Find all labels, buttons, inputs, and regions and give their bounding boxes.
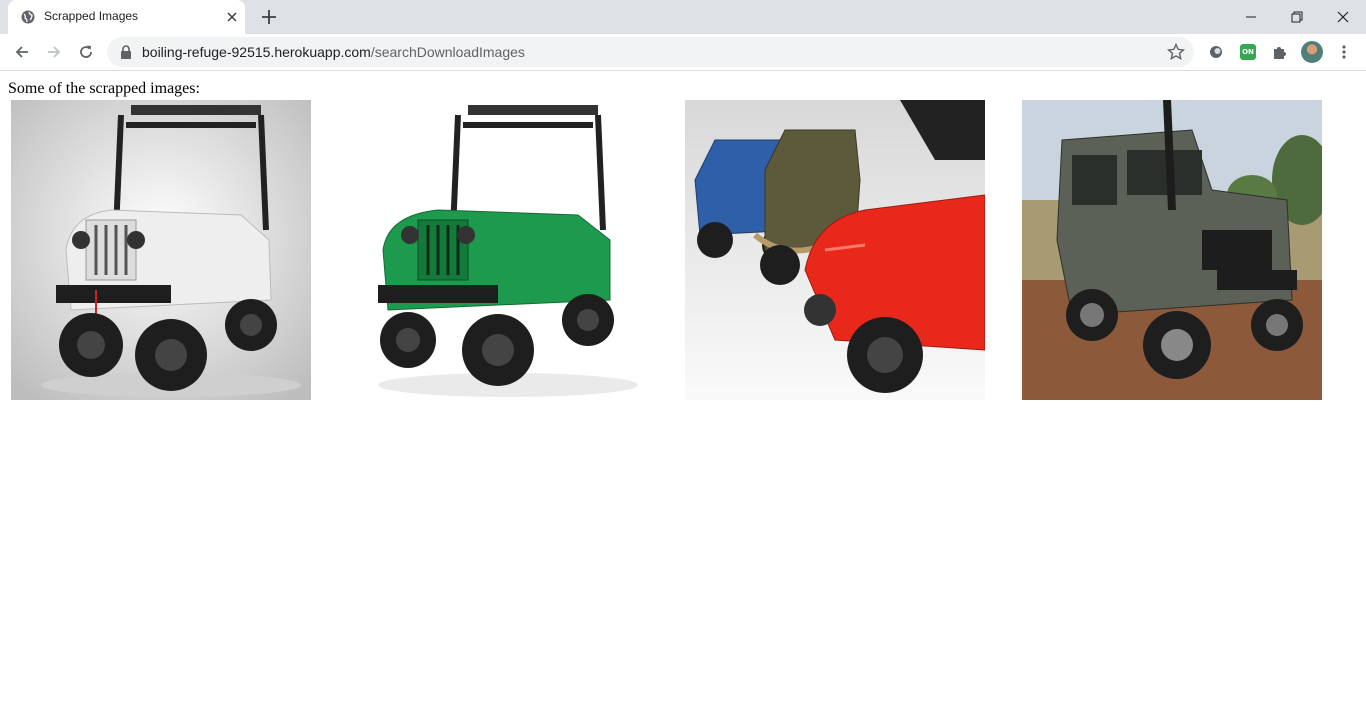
close-window-button[interactable]	[1320, 0, 1366, 34]
restore-icon	[1291, 11, 1303, 23]
url-path: /searchDownloadImages	[370, 44, 525, 60]
close-icon	[1337, 11, 1349, 23]
new-tab-icon[interactable]	[259, 7, 279, 27]
on-extension-button[interactable]: ON	[1238, 42, 1258, 62]
back-arrow-icon	[15, 46, 28, 58]
puzzle-icon	[1274, 47, 1286, 59]
grey-suv-illustration	[1022, 100, 1322, 400]
on-extension-icon: ON	[1240, 44, 1256, 60]
green-jeep-image	[348, 100, 648, 400]
address-bar[interactable]: boiling-refuge-92515.herokuapp.com/searc…	[107, 37, 1194, 67]
close-tab-icon[interactable]	[224, 9, 240, 25]
lock-icon[interactable]	[120, 45, 132, 59]
white-jeep-image	[11, 100, 311, 400]
minimize-button[interactable]	[1228, 0, 1274, 34]
menu-button[interactable]	[1334, 42, 1354, 62]
browser-tab[interactable]: Scrapped Images	[8, 0, 245, 34]
browser-toolbar: boiling-refuge-92515.herokuapp.com/searc…	[0, 34, 1366, 71]
green-jeep-illustration	[348, 100, 648, 400]
extensions-button[interactable]	[1270, 42, 1290, 62]
profile-avatar[interactable]	[1301, 41, 1323, 63]
kebab-menu-icon	[1342, 45, 1346, 59]
minimize-icon	[1246, 16, 1256, 18]
back-button[interactable]	[10, 40, 34, 64]
grey-suv-image	[1022, 100, 1322, 400]
page-content: Some of the scrapped images:	[0, 72, 1366, 728]
reload-icon	[80, 45, 92, 58]
white-jeep-illustration	[11, 100, 311, 400]
circle-extension-icon	[1210, 46, 1222, 58]
tab-strip: Scrapped Images	[0, 0, 1366, 34]
reload-button[interactable]	[74, 40, 98, 64]
bookmark-star-icon[interactable]	[1167, 43, 1185, 61]
page-heading: Some of the scrapped images:	[8, 80, 200, 97]
extension-circle-icon[interactable]	[1206, 42, 1226, 62]
url-text[interactable]: boiling-refuge-92515.herokuapp.com/searc…	[142, 44, 525, 60]
tab-title: Scrapped Images	[44, 9, 139, 23]
globe-icon	[21, 10, 35, 24]
restore-button[interactable]	[1274, 0, 1320, 34]
red-jeep-group-illustration	[685, 100, 985, 400]
forward-arrow-icon	[48, 46, 61, 58]
red-jeep-group-image	[685, 100, 985, 400]
forward-button[interactable]	[42, 40, 66, 64]
url-host: boiling-refuge-92515.herokuapp.com	[142, 44, 371, 60]
